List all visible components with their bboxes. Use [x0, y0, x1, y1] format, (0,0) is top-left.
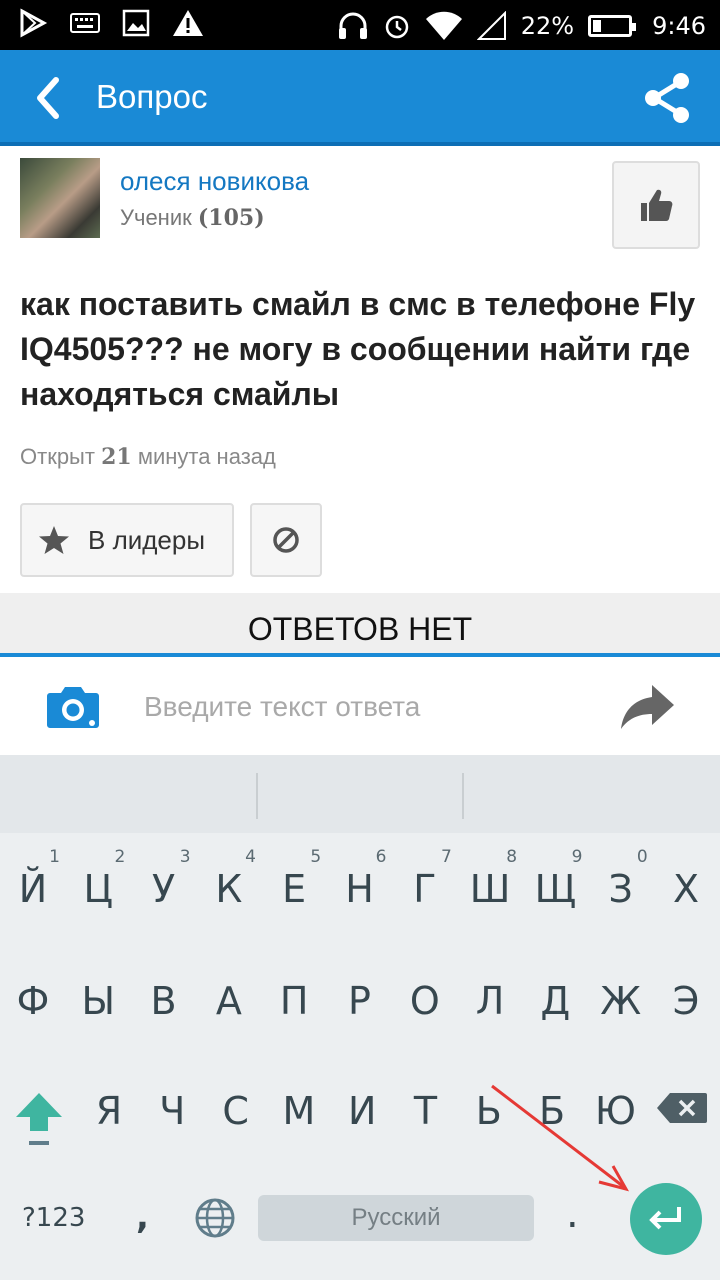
annotation-arrow [491, 1084, 630, 1192]
